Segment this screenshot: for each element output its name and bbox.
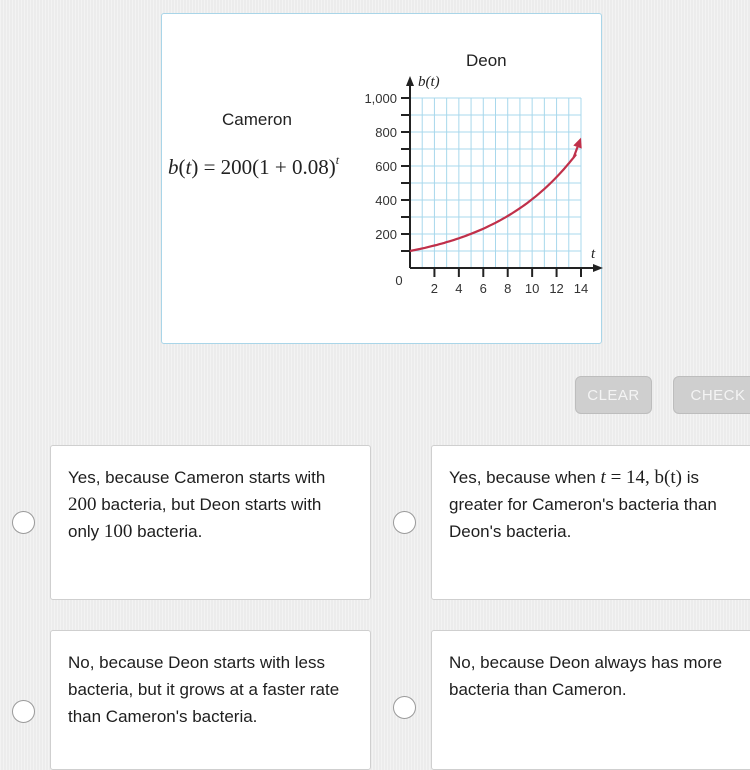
cameron-title: Cameron	[222, 110, 292, 129]
deon-title: Deon	[466, 51, 507, 70]
answer-option-4[interactable]: No, because Deon always has more bacteri…	[431, 630, 750, 770]
answer-option-3[interactable]: No, because Deon starts with less bacter…	[50, 630, 371, 770]
answer-radio-4[interactable]	[393, 696, 416, 719]
answer-option-2[interactable]: Yes, because when t = 14, b(t) is greate…	[431, 445, 750, 600]
answer-option-1[interactable]: Yes, because Cameron starts with 200 bac…	[50, 445, 371, 600]
clear-button[interactable]: CLEAR	[575, 376, 652, 414]
answer-radio-2[interactable]	[393, 511, 416, 534]
check-button[interactable]: CHECK	[673, 376, 750, 414]
answer-radio-1[interactable]	[12, 511, 35, 534]
cameron-formula: b(t) = 200(1 + 0.08)t	[168, 153, 340, 179]
answer-radio-3[interactable]	[12, 700, 35, 723]
